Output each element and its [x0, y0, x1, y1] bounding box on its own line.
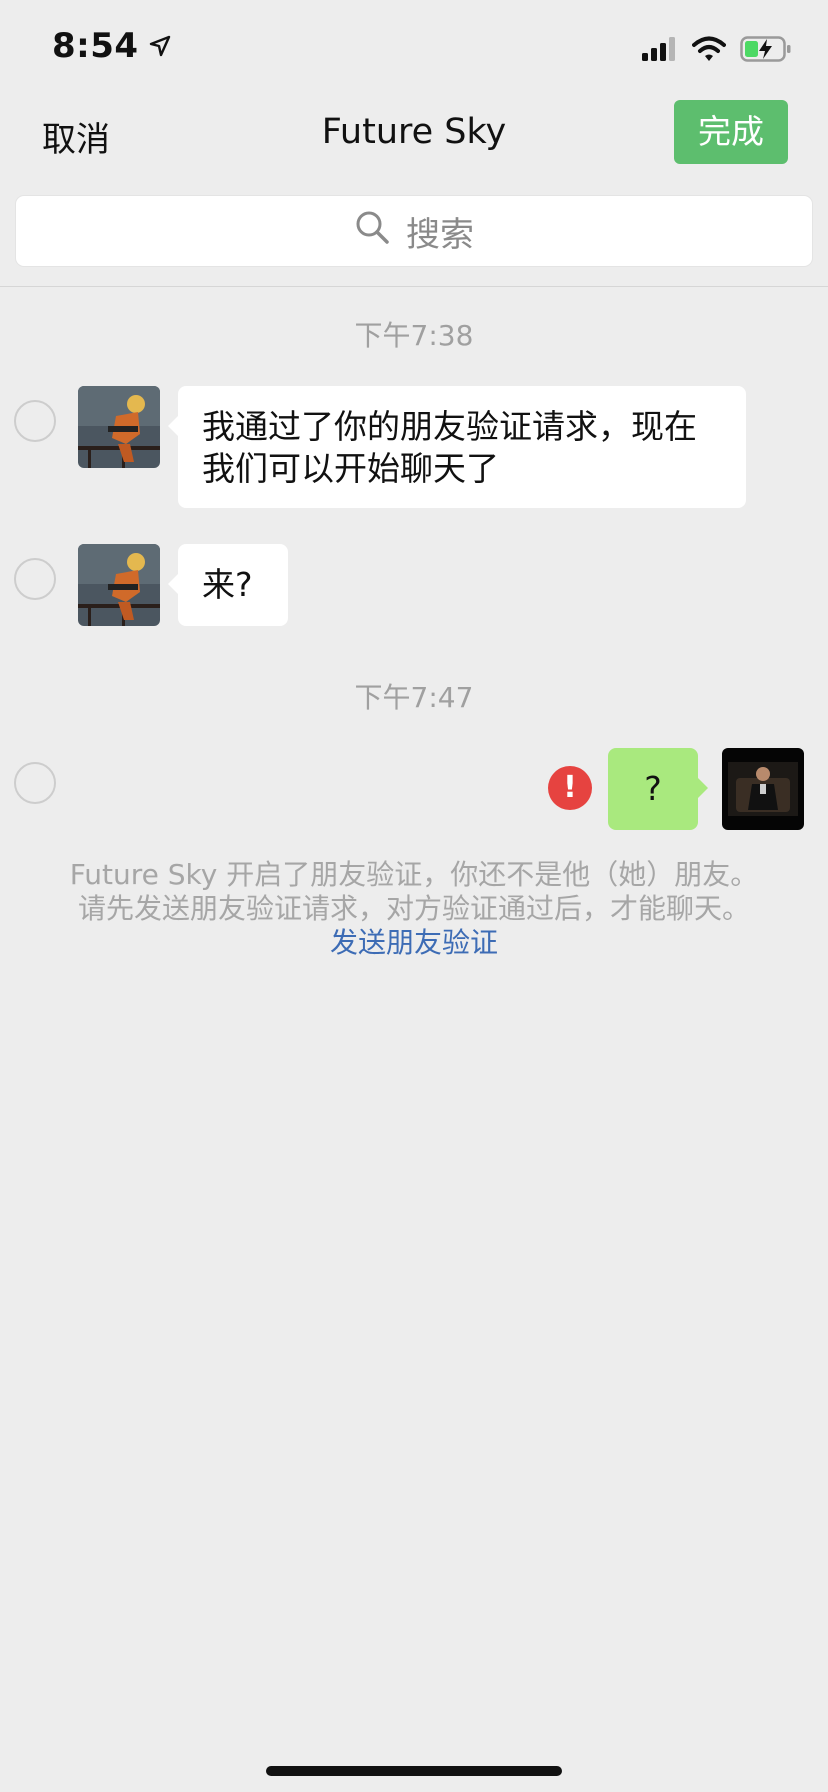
status-time: 8:54 — [52, 26, 171, 66]
battery-charging-icon — [740, 36, 792, 66]
contact-avatar[interactable] — [78, 544, 160, 626]
search-icon — [354, 209, 390, 254]
status-bar: 8:54 — [0, 0, 828, 98]
friend-verification-notice: Future Sky 开启了朋友验证，你还不是他（她）朋友。 请先发送朋友验证请… — [40, 858, 788, 960]
message-text-line: 我们可以开始聊天了 — [202, 449, 499, 488]
select-checkbox[interactable] — [14, 558, 56, 600]
signal-icon — [642, 37, 678, 65]
location-arrow-icon — [149, 26, 171, 66]
message-text: ? — [644, 769, 662, 808]
notice-line: 请先发送朋友验证请求，对方验证通过后，才能聊天。 — [77, 892, 750, 925]
wifi-icon — [692, 36, 726, 66]
message-bubble-incoming[interactable]: 我通过了你的朋友验证请求，现在 我们可以开始聊天了 — [168, 386, 746, 508]
done-button[interactable]: 完成 — [674, 100, 788, 164]
timestamp: 下午7:38 — [354, 319, 474, 352]
send-failed-icon[interactable]: ! — [548, 766, 592, 810]
search-input[interactable]: 搜索 — [16, 196, 812, 266]
select-checkbox[interactable] — [14, 400, 56, 442]
message-text-line: 我通过了你的朋友验证请求，现在 — [202, 407, 697, 446]
timestamp: 下午7:47 — [354, 681, 474, 714]
search-placeholder: 搜索 — [406, 214, 474, 255]
select-checkbox[interactable] — [14, 762, 56, 804]
message-bubble-incoming[interactable]: 来? — [168, 544, 288, 626]
send-verification-link[interactable]: 发送朋友验证 — [40, 926, 788, 960]
notice-line: Future Sky 开启了朋友验证，你还不是他（她）朋友。 — [69, 858, 759, 891]
clock: 8:54 — [52, 26, 139, 66]
divider — [0, 286, 828, 287]
my-avatar[interactable] — [722, 748, 804, 830]
home-indicator[interactable] — [266, 1766, 562, 1776]
status-icons — [642, 36, 792, 66]
message-text: 来? — [202, 565, 253, 604]
nav-bar: 取消 Future Sky 完成 — [0, 98, 828, 188]
contact-avatar[interactable] — [78, 386, 160, 468]
message-bubble-outgoing[interactable]: ? — [608, 748, 708, 830]
